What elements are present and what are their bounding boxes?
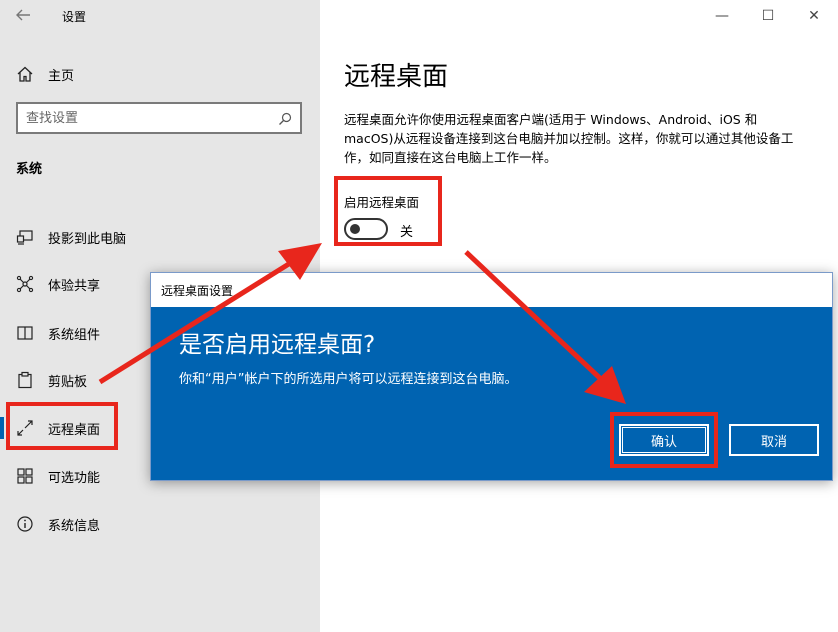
clipboard-icon — [16, 371, 34, 389]
app-title: 设置 — [62, 10, 87, 24]
sidebar-item-label: 可选功能 — [48, 470, 101, 486]
sidebar-item-label: 体验共享 — [48, 278, 101, 294]
close-icon: ✕ — [808, 8, 820, 24]
share-icon — [16, 275, 34, 293]
home-icon — [16, 65, 34, 83]
sidebar-item-label: 投影到此电脑 — [48, 231, 127, 247]
dialog-titlebar: 远程桌面设置 — [151, 273, 832, 307]
confirm-highlight-box — [610, 412, 718, 468]
sidebar-item-label: 系统信息 — [48, 518, 101, 534]
page-title: 远程桌面 — [344, 62, 449, 92]
search-icon[interactable] — [278, 111, 292, 125]
sidebar-item-project[interactable]: 投影到此电脑 — [0, 215, 320, 259]
minimize-button[interactable]: — — [708, 6, 736, 26]
dialog-heading: 是否启用远程桌面? — [179, 332, 376, 358]
sidebar-item-label: 系统组件 — [48, 327, 101, 343]
optional-features-icon — [16, 467, 34, 485]
sidebar-highlight-box — [6, 402, 118, 450]
home-label: 主页 — [48, 68, 75, 84]
search-box[interactable] — [16, 102, 302, 134]
cancel-button[interactable]: 取消 — [729, 424, 819, 456]
minimize-icon: — — [715, 8, 729, 24]
toggle-highlight-box — [334, 176, 442, 246]
search-input[interactable] — [26, 110, 278, 126]
projector-icon — [16, 228, 34, 246]
home-link[interactable]: 主页 — [16, 62, 74, 86]
back-arrow-icon[interactable] — [14, 6, 36, 26]
active-indicator — [0, 417, 4, 439]
info-icon — [16, 515, 34, 533]
maximize-button[interactable]: ☐ — [754, 6, 782, 26]
confirm-dialog: 远程桌面设置 是否启用远程桌面? 你和“用户”帐户下的所选用户将可以远程连接到这… — [150, 272, 833, 481]
maximize-icon: ☐ — [761, 8, 775, 24]
dialog-message: 你和“用户”帐户下的所选用户将可以远程连接到这台电脑。 — [179, 372, 518, 387]
components-icon — [16, 324, 34, 342]
dialog-title: 远程桌面设置 — [161, 283, 234, 298]
description: 远程桌面允许你使用远程桌面客户端(适用于 Windows、Android、iOS… — [344, 112, 794, 165]
section-title: 系统 — [16, 162, 43, 177]
sidebar-item-label: 剪贴板 — [48, 374, 88, 390]
close-button[interactable]: ✕ — [800, 6, 828, 26]
sidebar-item-about[interactable]: 系统信息 — [0, 502, 320, 546]
